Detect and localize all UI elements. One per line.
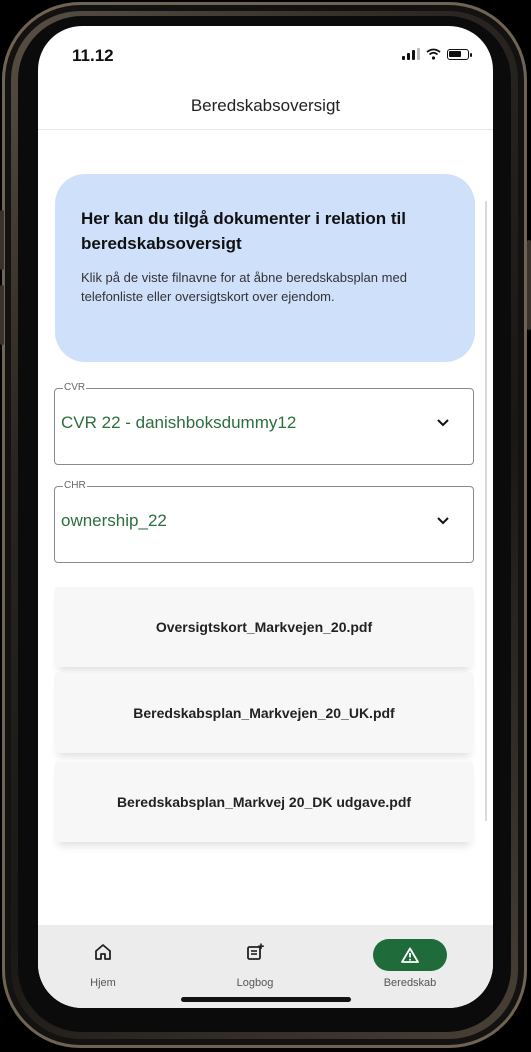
page-title: Beredskabsoversigt <box>190 96 341 115</box>
battery-icon <box>447 49 472 60</box>
warning-icon <box>401 947 419 963</box>
info-card-title: Her kan du tilgå dokumenter i relation t… <box>81 209 406 253</box>
file-link-beredskabsplan-uk[interactable]: Beredskabsplan_Markvejen_20_UK.pdf <box>54 673 474 753</box>
header-divider <box>38 129 493 130</box>
volume-up-button <box>0 210 4 270</box>
volume-down-button <box>0 285 4 345</box>
cvr-select-label: CVR <box>63 382 87 394</box>
info-card-body: Klik på de viste filnavne for at åbne be… <box>81 270 407 304</box>
scrollbar[interactable] <box>485 201 487 821</box>
logbook-icon <box>247 943 264 960</box>
chr-select-value: ownership_22 <box>61 511 167 530</box>
nav-item-home[interactable]: Hjem <box>43 925 163 1008</box>
home-indicator <box>181 997 351 1002</box>
info-card: Her kan du tilgå dokumenter i relation t… <box>55 174 475 362</box>
nav-label-home: Hjem <box>90 977 116 989</box>
app-screen: 11.12 Beredskabsoversigt Her kan du tilg… <box>38 26 493 1008</box>
nav-item-logbook[interactable]: Logbog <box>195 925 315 1008</box>
chevron-down-icon <box>437 517 449 525</box>
status-icons <box>402 48 472 60</box>
chevron-down-icon <box>437 419 449 427</box>
wifi-icon <box>426 48 441 60</box>
cvr-select[interactable]: CVR CVR 22 - danishboksdummy12 <box>54 382 474 465</box>
chr-select[interactable]: CHR ownership_22 <box>54 480 474 563</box>
power-button <box>527 240 531 330</box>
signal-icon <box>402 48 420 60</box>
file-link-oversigtskort[interactable]: Oversigtskort_Markvejen_20.pdf <box>54 587 474 667</box>
status-time: 11.12 <box>72 46 114 65</box>
nav-active-pill <box>373 939 447 971</box>
bottom-nav: Hjem Logbog Beredskab <box>38 925 493 1008</box>
nav-label-beredskab: Beredskab <box>383 977 437 989</box>
home-icon <box>95 944 111 960</box>
nav-item-beredskab[interactable]: Beredskab <box>350 925 470 1008</box>
file-link-beredskabsplan-dk[interactable]: Beredskabsplan_Markvej 20_DK udgave.pdf <box>54 762 474 842</box>
chr-select-label: CHR <box>63 480 87 492</box>
nav-label-logbook: Logbog <box>236 977 274 989</box>
cvr-select-value: CVR 22 - danishboksdummy12 <box>61 413 297 432</box>
